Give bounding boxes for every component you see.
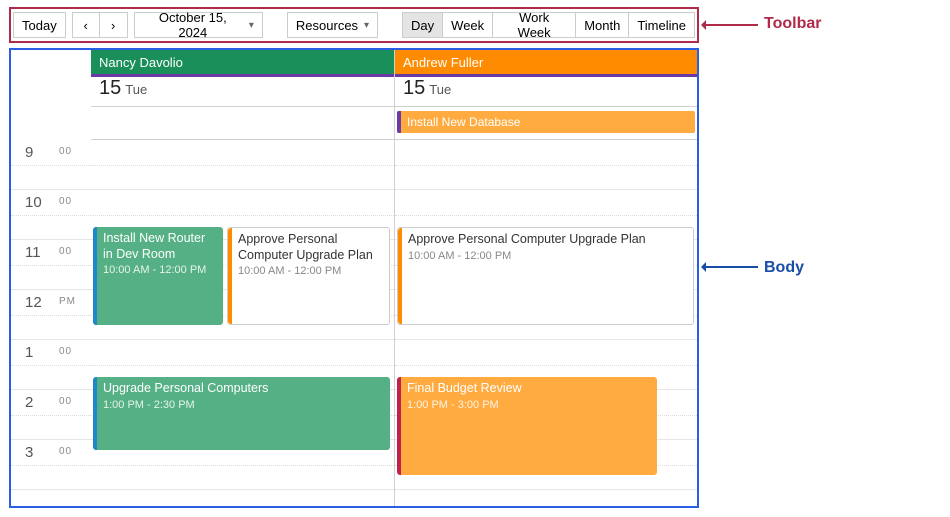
today-button[interactable]: Today (13, 12, 66, 38)
hour-label: 9 (25, 144, 33, 161)
time-axis: 9 00 10 00 11 00 12 PM 1 00 2 00 3 00 (11, 50, 91, 506)
minute-label: 00 (59, 146, 72, 157)
toolbar: Today ‹ › October 15, 2024 ▾ Resources ▾ (9, 7, 699, 43)
event-color-bar (397, 111, 401, 133)
time-grid[interactable]: Install New Router in Dev Room 10:00 AM -… (91, 140, 394, 506)
view-month[interactable]: Month (576, 12, 629, 38)
resources-dropdown[interactable]: Resources ▾ (287, 12, 378, 38)
allday-row[interactable] (91, 107, 394, 140)
event-title: Install New Database (407, 115, 520, 129)
caret-down-icon: ▾ (364, 20, 369, 31)
annotation-label-body: Body (764, 259, 804, 277)
calendar-event[interactable]: Install New Router in Dev Room 10:00 AM -… (93, 227, 223, 325)
event-title: Approve Personal Computer Upgrade Plan (238, 232, 383, 263)
calendar-event[interactable]: Final Budget Review 1:00 PM - 3:00 PM (397, 377, 657, 475)
event-color-bar (228, 228, 232, 324)
calendar-event[interactable]: Approve Personal Computer Upgrade Plan 10… (227, 227, 390, 325)
event-color-bar (397, 377, 401, 475)
day-of-week: Tue (125, 82, 147, 97)
allday-row[interactable]: Install New Database (395, 107, 697, 140)
allday-event[interactable]: Install New Database (397, 111, 695, 133)
view-day[interactable]: Day (402, 12, 443, 38)
view-week[interactable]: Week (443, 12, 493, 38)
minute-label: 00 (59, 346, 72, 357)
day-header[interactable]: 15 Tue (395, 77, 697, 107)
resource-header[interactable]: Nancy Davolio (91, 50, 394, 74)
hour-label: 11 (25, 244, 41, 261)
hour-label: 1 (25, 344, 33, 361)
annotation-arrow-body (704, 266, 758, 268)
day-number: 15 (99, 77, 121, 100)
hour-label: 2 (25, 394, 33, 411)
date-picker-button[interactable]: October 15, 2024 ▾ (134, 12, 263, 38)
minute-label: 00 (59, 196, 72, 207)
calendar-event[interactable]: Upgrade Personal Computers 1:00 PM - 2:30… (93, 377, 390, 450)
event-time: 1:00 PM - 3:00 PM (407, 399, 651, 411)
caret-down-icon: ▾ (249, 20, 254, 31)
resources-label: Resources (296, 18, 358, 33)
day-header[interactable]: 15 Tue (91, 77, 394, 107)
hour-label: 10 (25, 194, 42, 211)
hour-label: 12 (25, 294, 42, 311)
view-workweek[interactable]: Work Week (493, 12, 576, 38)
resource-column-andrew: Andrew Fuller 15 Tue Install New Databas… (394, 50, 697, 506)
next-button[interactable]: › (100, 12, 128, 38)
day-number: 15 (403, 77, 425, 100)
nav-group: ‹ › (72, 12, 128, 38)
event-title: Approve Personal Computer Upgrade Plan (408, 232, 687, 248)
event-time: 10:00 AM - 12:00 PM (103, 264, 217, 276)
event-title: Install New Router in Dev Room (103, 231, 217, 262)
minute-label: PM (59, 296, 76, 307)
event-color-bar (398, 228, 402, 324)
prev-button[interactable]: ‹ (72, 12, 100, 38)
event-title: Upgrade Personal Computers (103, 381, 384, 397)
minute-label: 00 (59, 246, 72, 257)
event-time: 1:00 PM - 2:30 PM (103, 399, 384, 411)
view-timeline[interactable]: Timeline (629, 12, 695, 38)
time-grid[interactable]: Approve Personal Computer Upgrade Plan 10… (395, 140, 697, 506)
event-time: 10:00 AM - 12:00 PM (238, 265, 383, 277)
chevron-left-icon: ‹ (84, 18, 88, 33)
calendar-event[interactable]: Approve Personal Computer Upgrade Plan 10… (397, 227, 694, 325)
minute-label: 00 (59, 396, 72, 407)
scheduler-body: 9 00 10 00 11 00 12 PM 1 00 2 00 3 00 Nancy Dav… (9, 48, 699, 508)
event-color-bar (93, 377, 97, 450)
event-time: 10:00 AM - 12:00 PM (408, 250, 687, 262)
event-color-bar (93, 227, 97, 325)
date-label: October 15, 2024 (143, 10, 243, 40)
annotation-label-toolbar: Toolbar (764, 15, 821, 33)
resource-column-nancy: Nancy Davolio 15 Tue Install New Router … (91, 50, 394, 506)
day-of-week: Tue (429, 82, 451, 97)
view-switch: Day Week Work Week Month Timeline (402, 12, 695, 38)
hour-label: 3 (25, 444, 33, 461)
chevron-right-icon: › (111, 18, 115, 33)
event-title: Final Budget Review (407, 381, 651, 397)
minute-label: 00 (59, 446, 72, 457)
annotation-arrow-toolbar (704, 24, 758, 26)
resource-header[interactable]: Andrew Fuller (395, 50, 697, 74)
